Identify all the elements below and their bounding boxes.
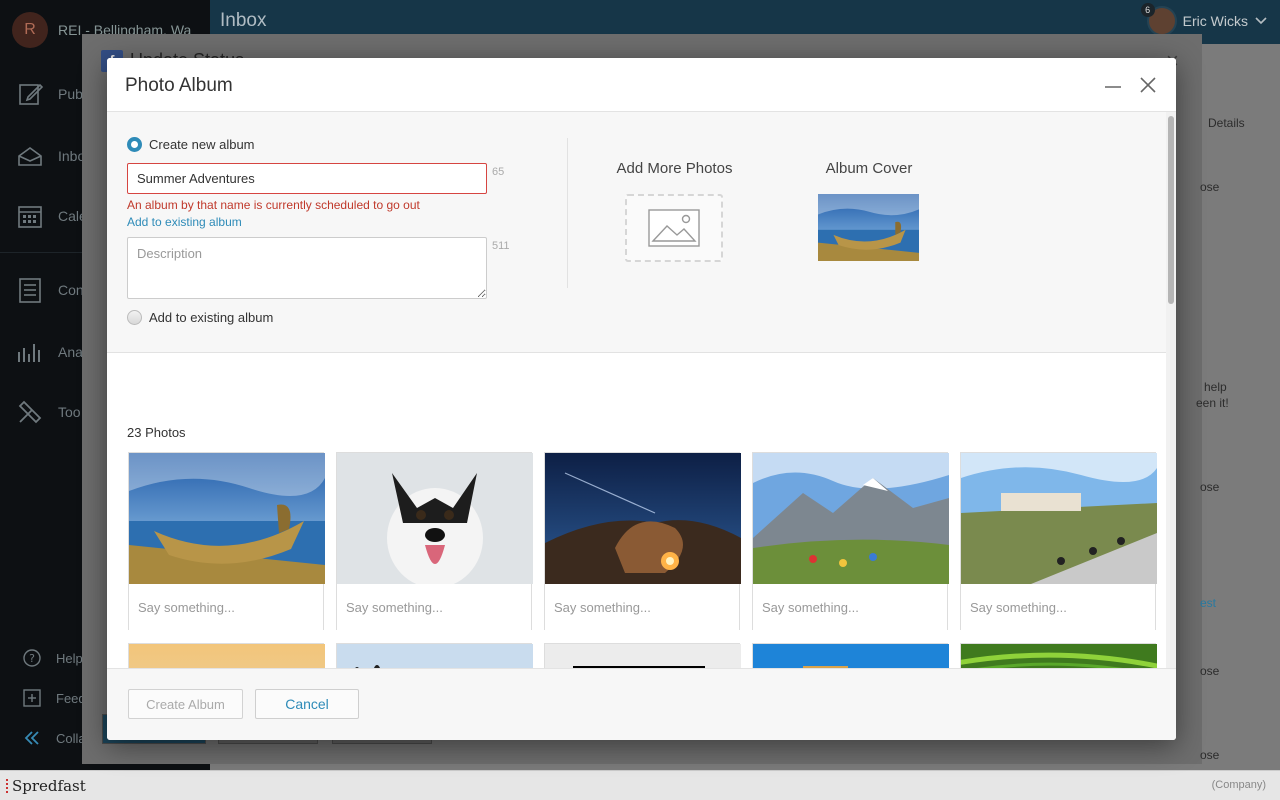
album-settings-pane: Create new album 65 An album by that nam…	[107, 112, 1166, 353]
radio-unselected[interactable]	[127, 310, 142, 325]
photo-thumbnail[interactable]	[129, 453, 325, 584]
create-new-album-option[interactable]: Create new album	[127, 137, 255, 152]
photo-thumbnail[interactable]	[961, 644, 1157, 668]
photo-card	[960, 452, 1157, 630]
photo-thumbnail[interactable]	[129, 644, 325, 668]
description-char-counter: 511	[492, 240, 510, 252]
image-placeholder-icon	[648, 209, 700, 247]
photo-card	[128, 452, 325, 630]
radio-selected[interactable]	[127, 137, 142, 152]
album-cover-label: Album Cover	[825, 160, 913, 177]
cancel-button[interactable]: Cancel	[255, 689, 359, 719]
description-input[interactable]	[127, 237, 487, 299]
caption-input[interactable]	[753, 584, 947, 630]
photo-thumbnail[interactable]	[753, 644, 949, 668]
dialog-footer: Create Album Cancel	[107, 668, 1176, 740]
add-existing-album-link[interactable]: Add to existing album	[127, 215, 242, 229]
album-cover-image[interactable]	[818, 194, 919, 261]
photo-thumbnail[interactable]	[545, 453, 741, 584]
name-char-counter: 65	[492, 166, 505, 178]
add-more-photos-button[interactable]	[625, 194, 723, 262]
minimize-button[interactable]	[1100, 72, 1126, 98]
caption-input[interactable]	[337, 584, 531, 630]
close-icon	[1140, 77, 1156, 93]
dialog-body: Create new album 65 An album by that nam…	[107, 112, 1176, 668]
create-new-album-label: Create new album	[149, 137, 255, 152]
scrollbar[interactable]	[1166, 112, 1176, 668]
photo-card	[960, 643, 1157, 668]
photo-thumbnail[interactable]	[337, 644, 533, 668]
photo-card	[544, 452, 741, 630]
photo-thumbnail[interactable]: REI	[545, 644, 741, 668]
add-existing-album-option[interactable]: Add to existing album	[127, 310, 273, 325]
dialog-header: Photo Album	[107, 58, 1176, 112]
minimize-icon	[1105, 86, 1121, 88]
photo-thumbnail[interactable]	[961, 453, 1157, 584]
spredfast-logo: Spredfast	[6, 777, 86, 795]
photo-thumbnail[interactable]	[753, 453, 949, 584]
add-existing-album-label: Add to existing album	[149, 310, 274, 325]
status-bar: Spredfast (Company)	[0, 770, 1280, 800]
photo-album-dialog: Photo Album Create new album 65 An album…	[107, 58, 1176, 740]
photos-count: 23 Photos	[127, 425, 186, 440]
photo-thumbnail[interactable]	[337, 453, 533, 584]
caption-input[interactable]	[961, 584, 1155, 630]
create-album-button[interactable]: Create Album	[128, 689, 243, 719]
album-name-error: An album by that name is currently sched…	[127, 198, 420, 212]
photo-card	[336, 643, 533, 668]
caption-input[interactable]	[545, 584, 739, 630]
scrollbar-thumb[interactable]	[1168, 116, 1174, 304]
photo-card	[128, 643, 325, 668]
photo-card	[336, 452, 533, 630]
close-button[interactable]	[1135, 72, 1161, 98]
photo-card: REI	[544, 643, 741, 668]
caption-input[interactable]	[129, 584, 323, 630]
album-name-input[interactable]	[127, 163, 487, 194]
vertical-divider	[567, 138, 568, 288]
add-more-photos-label: Add More Photos	[616, 160, 733, 177]
photo-card	[752, 452, 949, 630]
dialog-title: Photo Album	[125, 75, 233, 96]
photo-card	[752, 643, 949, 668]
company-selector[interactable]: (Company)	[1212, 779, 1266, 791]
